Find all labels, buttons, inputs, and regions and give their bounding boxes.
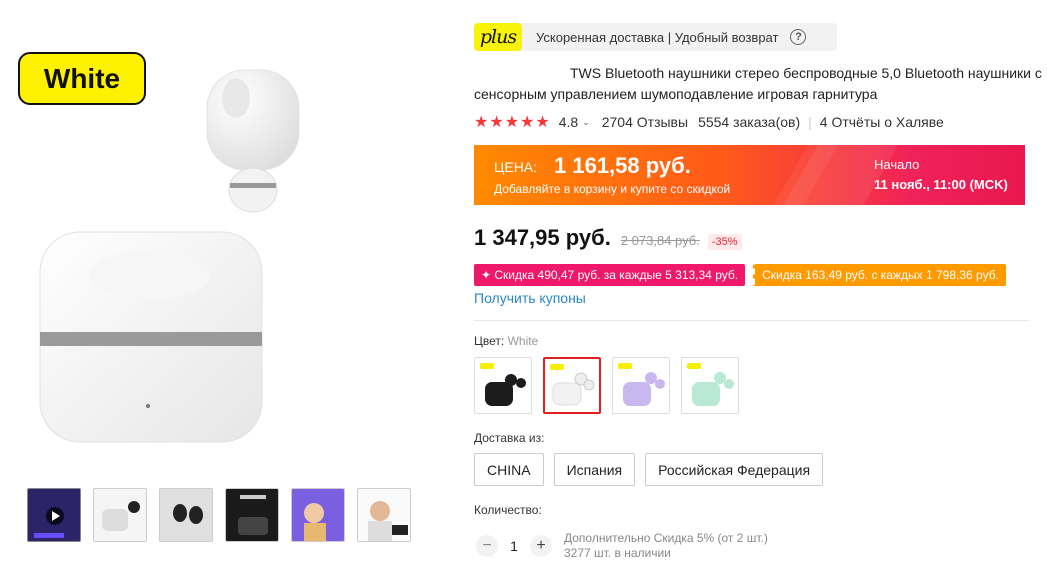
coupon-store[interactable]: ✦ Скидка 490,47 руб. за каждые 5 313,34 …	[474, 264, 746, 286]
quantity-label: Количество:	[474, 503, 542, 517]
plus-banner[interactable]: plus Ускоренная доставка | Удобный возвр…	[474, 23, 837, 51]
shipping-label: Доставка из:	[474, 431, 545, 445]
promo-price: 1 161,58 руб.	[554, 153, 691, 178]
color-swatches	[474, 357, 739, 414]
promo-label: ЦЕНА:	[494, 159, 538, 175]
color-label: Цвет: White	[474, 334, 538, 348]
thumbnail-6[interactable]	[357, 488, 411, 542]
rating-value[interactable]: 4.8	[559, 114, 578, 130]
chevron-down-icon[interactable]: ⌄	[582, 117, 590, 128]
swatch-white[interactable]	[543, 357, 601, 414]
thumbnail-strip	[27, 488, 411, 542]
thumbnail-5[interactable]	[291, 488, 345, 542]
get-coupons-link[interactable]: Получить купоны	[474, 290, 586, 306]
free-reports-link[interactable]: 4 Отчёты о Халяве	[820, 114, 944, 130]
rating-row: ★★★★★ 4.8 ⌄ 2704 Отзывы 5554 заказа(ов) …	[474, 112, 944, 132]
coupon-row: ✦ Скидка 490,47 руб. за каждые 5 313,34 …	[474, 264, 1006, 286]
thumbnail-3[interactable]	[159, 488, 213, 542]
shipping-options: CHINA Испания Российская Федерация	[474, 453, 824, 486]
quantity-info: Дополнительно Скидка 5% (от 2 шт.) 3277 …	[564, 531, 768, 561]
current-price: 1 347,95 руб.	[474, 225, 611, 250]
discount-badge: -35%	[707, 234, 742, 250]
ship-from-spain[interactable]: Испания	[553, 453, 636, 486]
old-price: 2 073,84 руб.	[620, 233, 700, 248]
extra-discount-text: Дополнительно Скидка 5% (от 2 шт.)	[564, 531, 768, 545]
rating-stars-icon: ★★★★★	[474, 114, 551, 131]
color-label-text: Цвет:	[474, 334, 508, 348]
reviews-link[interactable]: 2704 Отзывы	[602, 114, 688, 130]
promo-subtitle: Добавляйте в корзину и купите со скидкой	[494, 182, 731, 196]
help-icon[interactable]: ?	[790, 29, 807, 45]
promo-price-banner: ЦЕНА: 1 161,58 руб. Добавляйте в корзину…	[474, 145, 1025, 205]
divider	[474, 320, 1029, 321]
product-title: TWS Bluetooth наушники стерео беспроводн…	[474, 65, 1042, 102]
price-row: 1 347,95 руб. 2 073,84 руб. -35%	[474, 225, 742, 251]
ship-from-russia[interactable]: Российская Федерация	[645, 453, 824, 486]
thumbnail-4[interactable]	[225, 488, 279, 542]
quantity-minus-button[interactable]: −	[476, 535, 498, 557]
thumbnail-video[interactable]	[27, 488, 81, 542]
product-main-image[interactable]	[0, 40, 300, 480]
swatch-purple[interactable]	[612, 357, 670, 414]
quantity-plus-button[interactable]: +	[530, 535, 552, 557]
ship-from-china[interactable]: CHINA	[474, 453, 544, 486]
color-selected-value: White	[507, 334, 539, 348]
plus-benefits-text: Ускоренная доставка | Удобный возврат	[536, 29, 779, 45]
promo-start-label: Начало	[874, 157, 920, 172]
coupon-select[interactable]: Скидка 163,49 руб. с каждых 1 798,36 руб…	[753, 264, 1006, 286]
thumbnail-2[interactable]	[93, 488, 147, 542]
swatch-green[interactable]	[681, 357, 739, 414]
orders-count: 5554 заказа(ов)	[698, 114, 801, 130]
promo-start-date: 11 нояб., 11:00 (MCK)	[874, 177, 1008, 192]
quantity-input[interactable]: 1	[498, 538, 530, 554]
stock-text: 3277 шт. в наличии	[564, 546, 671, 560]
separator: |	[808, 114, 812, 130]
quantity-stepper: − 1 + Дополнительно Скидка 5% (от 2 шт.)…	[476, 531, 768, 561]
swatch-black[interactable]	[474, 357, 532, 414]
plus-logo: plus	[474, 23, 522, 51]
